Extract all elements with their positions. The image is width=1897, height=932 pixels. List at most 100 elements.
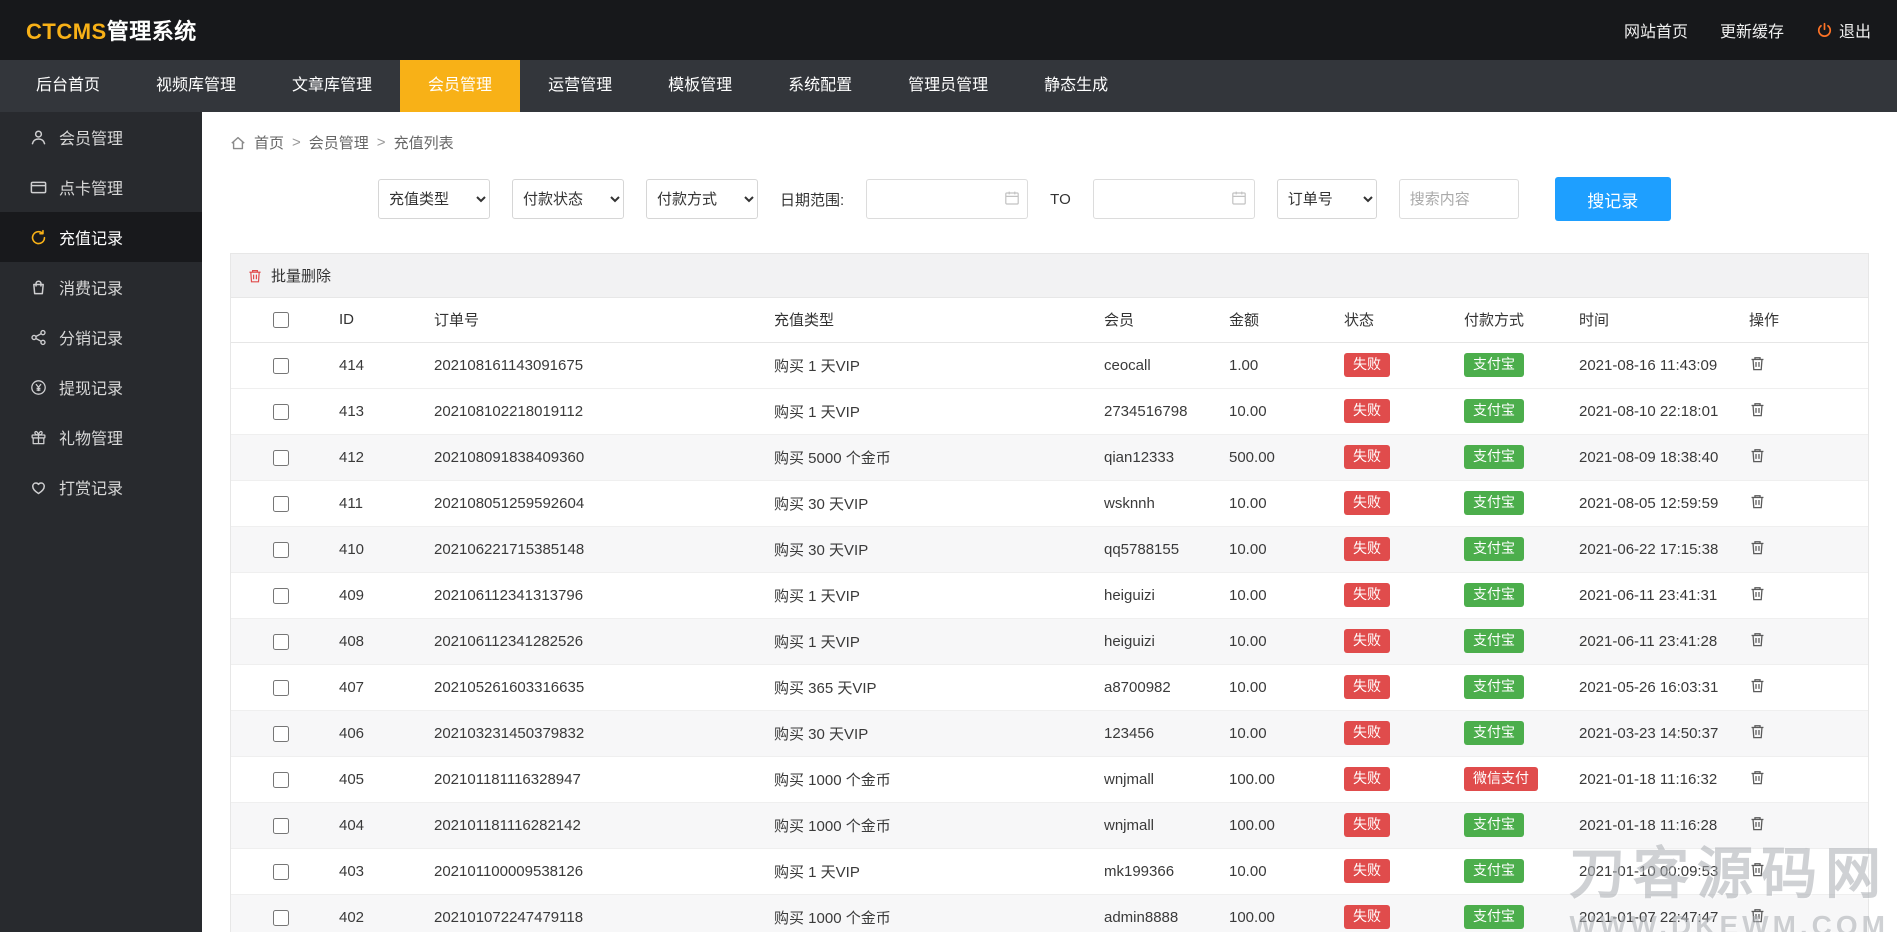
- row-checkbox[interactable]: [273, 495, 289, 512]
- table-row: 407 202105261603316635 购买 365 天VIP a8700982…: [231, 664, 1868, 711]
- reward-icon: [30, 479, 47, 496]
- row-checkbox[interactable]: [273, 909, 289, 926]
- nav-tab-1[interactable]: 视频库管理: [128, 60, 264, 112]
- cell-recharge-type: 购买 1 天VIP: [766, 848, 1096, 895]
- delete-row-icon[interactable]: [1749, 355, 1766, 372]
- cell-recharge-type: 购买 1000 个金币: [766, 802, 1096, 849]
- delete-row-icon[interactable]: [1749, 401, 1766, 418]
- select-all-checkbox[interactable]: [273, 312, 289, 329]
- breadcrumb-item[interactable]: 会员管理: [309, 132, 369, 153]
- nav-tab-8[interactable]: 静态生成: [1016, 60, 1136, 112]
- cell-member: admin8888: [1096, 894, 1221, 932]
- table-row: 405 202101181116328947 购买 1000 个金币 wnjmall 1…: [231, 756, 1868, 803]
- topbar-link-2[interactable]: 退出: [1816, 18, 1871, 42]
- row-checkbox[interactable]: [273, 679, 289, 696]
- row-checkbox[interactable]: [273, 357, 289, 374]
- status-badge: 失败: [1344, 353, 1390, 377]
- cell-recharge-type: 购买 1 天VIP: [766, 342, 1096, 389]
- date-start-wrap: [866, 179, 1029, 219]
- search-input[interactable]: [1398, 179, 1519, 219]
- recharge-table-card: 批量删除 ID 订单号 充值类型 会员 金额 状态 付款方式 时间 操作 414 20210816…: [230, 253, 1869, 932]
- table-row: 411 202108051259592604 购买 30 天VIP wsknnh 10.…: [231, 480, 1868, 527]
- row-checkbox[interactable]: [273, 541, 289, 558]
- main-content: 首页 > 会员管理 > 充值列表 充值类型 付款状态 付款方式 日期范围: TO 订单号…: [202, 112, 1897, 932]
- nav-tab-5[interactable]: 模板管理: [640, 60, 760, 112]
- sidebar-item-4[interactable]: 分销记录: [0, 312, 202, 362]
- sidebar: 会员管理 点卡管理充值记录消费记录 分销记录 提现记录 礼物管理 打赏记录: [0, 112, 202, 932]
- delete-row-icon[interactable]: [1749, 585, 1766, 602]
- search-field-select[interactable]: 订单号: [1276, 179, 1377, 219]
- row-checkbox[interactable]: [273, 725, 289, 742]
- calendar-icon: [1004, 190, 1020, 206]
- row-checkbox[interactable]: [273, 403, 289, 420]
- cell-member: qq5788155: [1096, 526, 1221, 573]
- row-checkbox[interactable]: [273, 633, 289, 650]
- sidebar-item-0[interactable]: 会员管理: [0, 112, 202, 162]
- delete-row-icon[interactable]: [1749, 815, 1766, 832]
- delete-row-icon[interactable]: [1749, 447, 1766, 464]
- cell-id: 414: [331, 342, 426, 389]
- delete-row-icon[interactable]: [1749, 861, 1766, 878]
- topbar-link-label: 退出: [1838, 24, 1871, 41]
- delete-row-icon[interactable]: [1749, 539, 1766, 556]
- cell-member: 2734516798: [1096, 388, 1221, 435]
- cell-recharge-type: 购买 1 天VIP: [766, 572, 1096, 619]
- sidebar-item-6[interactable]: 礼物管理: [0, 412, 202, 462]
- table-row: 404 202101181116282142 购买 1000 个金币 wnjmall 1…: [231, 802, 1868, 849]
- row-checkbox[interactable]: [273, 771, 289, 788]
- sidebar-item-label: 充值记录: [59, 231, 124, 248]
- nav-tab-0[interactable]: 后台首页: [8, 60, 128, 112]
- sidebar-item-3[interactable]: 消费记录: [0, 262, 202, 312]
- filter-bar: 充值类型 付款状态 付款方式 日期范围: TO 订单号 搜记录: [378, 177, 1869, 221]
- nav-tab-3[interactable]: 会员管理: [400, 60, 521, 112]
- pay-method-select[interactable]: 付款方式: [646, 179, 758, 219]
- nav-tab-2[interactable]: 文章库管理: [264, 60, 400, 112]
- pay-status-select[interactable]: 付款状态: [512, 179, 624, 219]
- delete-row-icon[interactable]: [1749, 493, 1766, 510]
- topbar-link-0[interactable]: 网站首页: [1624, 18, 1688, 42]
- column-header: 充值类型: [766, 298, 1096, 343]
- status-badge: 失败: [1344, 445, 1390, 469]
- table-row: 406 202103231450379832 购买 30 天VIP 123456 10.…: [231, 710, 1868, 757]
- sidebar-item-1[interactable]: 点卡管理: [0, 162, 202, 212]
- trash-icon: [247, 268, 263, 284]
- nav-tab-4[interactable]: 运营管理: [520, 60, 640, 112]
- delete-row-icon[interactable]: [1749, 723, 1766, 740]
- cell-time: 2021-05-26 16:03:31: [1571, 664, 1741, 711]
- cell-recharge-type: 购买 365 天VIP: [766, 664, 1096, 711]
- bulk-delete-button[interactable]: 批量删除: [231, 254, 1868, 298]
- recharge-type-select[interactable]: 充值类型: [378, 179, 490, 219]
- delete-row-icon[interactable]: [1749, 907, 1766, 924]
- gift-icon: [30, 429, 47, 446]
- search-button[interactable]: 搜记录: [1554, 177, 1671, 221]
- cell-order-no: 202101072247479118: [426, 894, 766, 932]
- pay-method-badge: 微信支付: [1464, 767, 1538, 791]
- delete-row-icon[interactable]: [1749, 769, 1766, 786]
- cell-id: 412: [331, 434, 426, 481]
- cell-order-no: 202108091838409360: [426, 434, 766, 481]
- card-icon: [30, 179, 47, 196]
- sidebar-item-5[interactable]: 提现记录: [0, 362, 202, 412]
- nav-tab-7[interactable]: 管理员管理: [880, 60, 1016, 112]
- breadcrumb-item[interactable]: 首页: [254, 132, 284, 153]
- breadcrumb: 首页 > 会员管理 > 充值列表: [202, 112, 1897, 153]
- sidebar-item-2[interactable]: 充值记录: [0, 212, 202, 262]
- topbar: CTCMS管理系统 网站首页 更新缓存 退出: [0, 0, 1897, 60]
- cell-amount: 10.00: [1221, 526, 1336, 573]
- cell-time: 2021-06-11 23:41:28: [1571, 618, 1741, 665]
- delete-row-icon[interactable]: [1749, 677, 1766, 694]
- delete-row-icon[interactable]: [1749, 631, 1766, 648]
- row-checkbox[interactable]: [273, 449, 289, 466]
- column-header: 订单号: [426, 298, 766, 343]
- nav-tab-6[interactable]: 系统配置: [760, 60, 880, 112]
- table-row: 408 202106112341282526 购买 1 天VIP heiguizi 10…: [231, 618, 1868, 665]
- row-checkbox[interactable]: [273, 863, 289, 880]
- row-checkbox[interactable]: [273, 587, 289, 604]
- date-range-label: 日期范围:: [780, 191, 845, 209]
- topbar-link-1[interactable]: 更新缓存: [1720, 18, 1784, 42]
- column-header: 时间: [1571, 298, 1741, 343]
- row-checkbox[interactable]: [273, 817, 289, 834]
- cell-recharge-type: 购买 5000 个金币: [766, 434, 1096, 481]
- sidebar-item-7[interactable]: 打赏记录: [0, 462, 202, 512]
- cell-time: 2021-06-22 17:15:38: [1571, 526, 1741, 573]
